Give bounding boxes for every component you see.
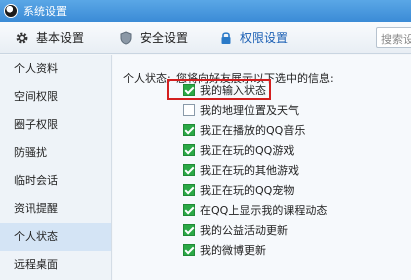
option-label: 我的地理位置及天气 <box>200 104 299 117</box>
checkbox[interactable] <box>183 164 195 176</box>
sidebar-item-label: 个人状态 <box>14 230 58 243</box>
option-charity-updates[interactable]: 我的公益活动更新 <box>183 222 288 238</box>
sidebar-item-anti-harassment[interactable]: 防骚扰 <box>0 139 111 167</box>
option-label: 我正在玩的QQ游戏 <box>200 144 295 157</box>
title-bar: 系统设置 <box>0 0 411 22</box>
option-label: 我的公益活动更新 <box>200 224 288 237</box>
option-label: 我正在玩的其他游戏 <box>200 164 299 177</box>
sidebar-item-remote-desktop[interactable]: 远程桌面 <box>0 251 111 279</box>
section-label: 个人状态: <box>123 72 171 85</box>
checkbox[interactable] <box>183 204 195 216</box>
tab-label: 权限设置 <box>240 31 289 45</box>
checkbox[interactable] <box>183 144 195 156</box>
option-other-game[interactable]: 我正在玩的其他游戏 <box>183 162 299 178</box>
option-label: 在QQ上显示我的课程动态 <box>200 204 328 217</box>
sidebar-item-label: 远程桌面 <box>14 258 58 271</box>
qq-logo-icon <box>4 4 18 18</box>
tab-label: 安全设置 <box>140 31 189 45</box>
search-input[interactable]: 搜索设 <box>376 27 411 48</box>
option-label: 我正在玩的QQ宠物 <box>200 184 295 197</box>
option-location-weather[interactable]: 我的地理位置及天气 <box>183 102 299 118</box>
checkbox[interactable] <box>183 84 195 96</box>
option-weibo-updates[interactable]: 我的微博更新 <box>183 242 266 258</box>
window-title: 系统设置 <box>23 5 67 18</box>
option-course-activity[interactable]: 在QQ上显示我的课程动态 <box>183 202 327 218</box>
tab-permission-settings[interactable]: 权限设置 <box>212 22 294 54</box>
option-label: 我的微博更新 <box>200 244 266 257</box>
option-qq-pet[interactable]: 我正在玩的QQ宠物 <box>183 182 294 198</box>
sidebar-item-news-alerts[interactable]: 资讯提醒 <box>0 195 111 223</box>
checkbox[interactable] <box>183 124 195 136</box>
shield-icon <box>118 30 134 46</box>
checkbox[interactable] <box>183 104 195 116</box>
tab-basic-settings[interactable]: 基本设置 <box>8 22 90 54</box>
sidebar-item-label: 临时会话 <box>14 174 58 187</box>
lock-icon <box>218 30 234 46</box>
option-qq-game[interactable]: 我正在玩的QQ游戏 <box>183 142 294 158</box>
sidebar-item-space-permission[interactable]: 空间权限 <box>0 83 111 111</box>
sidebar-item-personal-status[interactable]: 个人状态 <box>0 223 111 251</box>
option-qq-music[interactable]: 我正在播放的QQ音乐 <box>183 122 305 138</box>
sidebar-item-circle-permission[interactable]: 圈子权限 <box>0 111 111 139</box>
personal-status-panel: 个人状态: 您将向好友展示以下选中的信息: 我的输入状态 我的地理位置及天气 我… <box>113 55 411 280</box>
sidebar-item-label: 资讯提醒 <box>14 202 58 215</box>
option-label: 我的输入状态 <box>200 84 266 97</box>
sidebar: 个人资料 空间权限 圈子权限 防骚扰 临时会话 资讯提醒 个人状态 远程桌面 <box>0 55 112 280</box>
checkbox[interactable] <box>183 224 195 236</box>
checkbox[interactable] <box>183 244 195 256</box>
gear-icon <box>14 30 30 46</box>
option-label: 我正在播放的QQ音乐 <box>200 124 306 137</box>
settings-tab-bar: 基本设置 安全设置 权限设置 搜索设 <box>0 22 411 54</box>
sidebar-item-label: 空间权限 <box>14 90 58 103</box>
sidebar-item-label: 圈子权限 <box>14 118 58 131</box>
tab-label: 基本设置 <box>36 31 85 45</box>
checkbox[interactable] <box>183 184 195 196</box>
sidebar-item-temp-chat[interactable]: 临时会话 <box>0 167 111 195</box>
sidebar-item-label: 防骚扰 <box>14 146 47 159</box>
tab-security-settings[interactable]: 安全设置 <box>112 22 194 54</box>
option-input-status[interactable]: 我的输入状态 <box>183 82 266 98</box>
sidebar-item-profile[interactable]: 个人资料 <box>0 55 111 83</box>
sidebar-item-label: 个人资料 <box>14 62 58 75</box>
